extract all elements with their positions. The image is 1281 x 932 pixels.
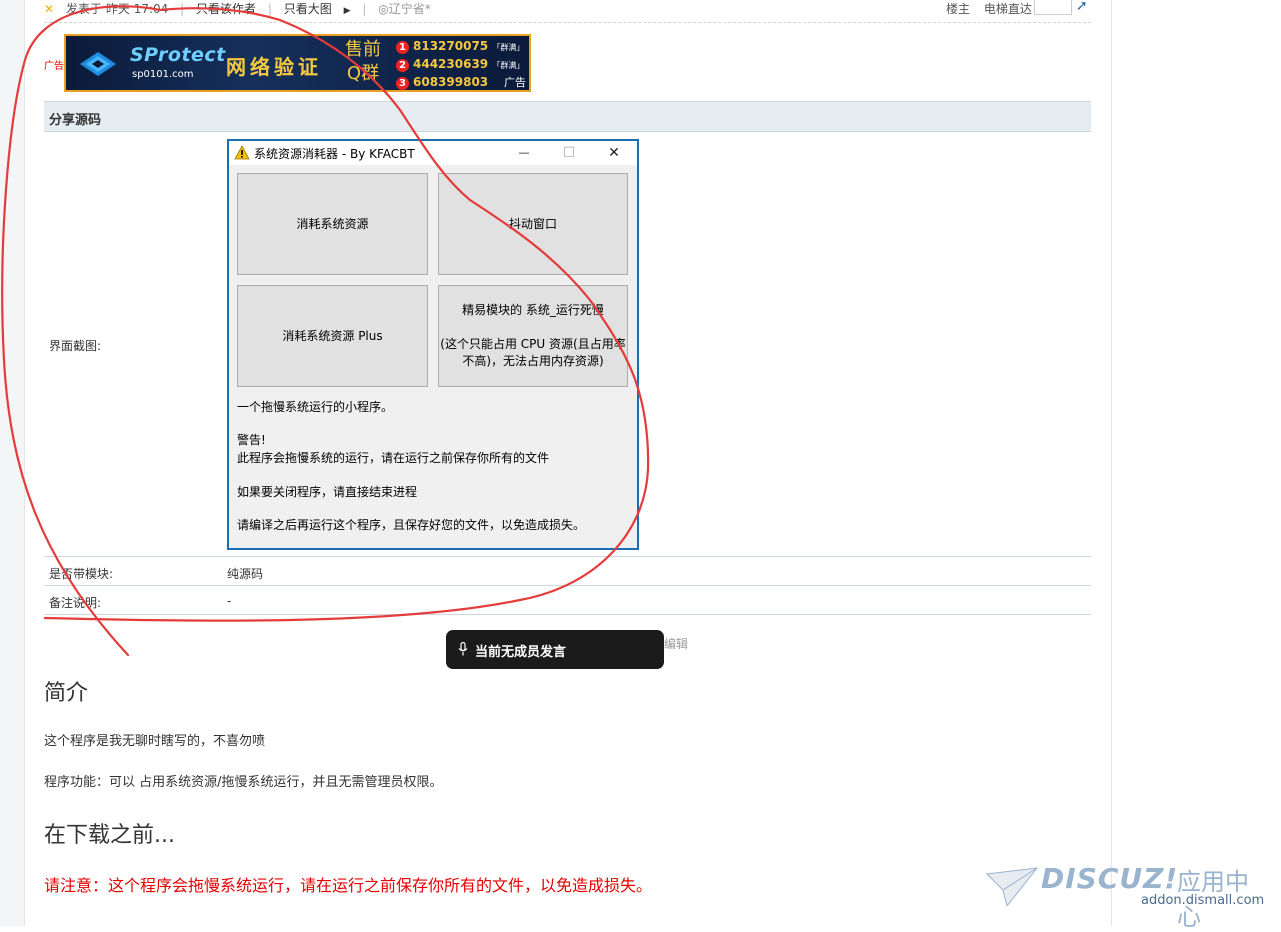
app-window-screenshot[interactable]: 系统资源消耗器 - By KFACBT — ☐ ✕ 消耗系统资源 抖动窗口 消耗…	[227, 139, 639, 550]
window-title: 系统资源消耗器 - By KFACBT	[254, 147, 415, 161]
window-warning-text: 此程序会拖慢系统的运行，请在运行之前保存你所有的文件	[237, 451, 550, 465]
ad-qq-item: 2 444230639 「群满」	[396, 56, 524, 74]
microphone-icon	[458, 642, 468, 656]
system-slow-button[interactable]: 精易模块的 系统_运行死慢 (这个只能占用 CPU 资源(且占用率 不高)，无法…	[438, 285, 628, 387]
toast-text: 当前无成员发言	[475, 645, 567, 660]
jump-floor-label: 电梯直达	[983, 2, 1032, 16]
divider	[44, 585, 1091, 586]
sprotect-logo-icon	[80, 52, 116, 76]
divider: |	[362, 2, 367, 16]
post-meta-right: 楼主 电梯直达	[946, 0, 1032, 17]
divider: |	[267, 2, 272, 16]
ad-site: sp0101.com	[132, 69, 194, 80]
ad-label: 广告	[504, 76, 526, 89]
window-warning-title: 警告!	[237, 433, 266, 447]
location-pin-icon: ◎	[378, 2, 389, 16]
discuz-url: addon.dismall.com	[1141, 893, 1265, 908]
chat-toast: 当前无成员发言	[446, 630, 664, 669]
warning-icon	[234, 145, 250, 160]
before-download-heading: 在下载之前...	[44, 823, 175, 848]
paper-plane-icon	[985, 867, 1039, 906]
divider	[44, 22, 1091, 23]
window-close-hint: 如果要关闭程序，请直接结束进程	[237, 485, 418, 499]
ad-slogan: 网络验证	[226, 55, 322, 79]
ad-brand: SProtect	[130, 44, 226, 66]
location: 辽宁省*	[388, 2, 431, 16]
download-warning: 请注意：这个程序会拖慢系统运行，请在运行之前保存你所有的文件，以免造成损失。	[44, 876, 653, 895]
intro-heading: 简介	[44, 681, 89, 706]
window-compile-hint: 请编译之后再运行这个程序，且保存好您的文件，以免造成损失。	[237, 518, 586, 532]
ad-sale-top: 售前	[345, 39, 381, 60]
edit-link[interactable]: 编辑	[664, 635, 688, 652]
remark-label: 备注说明:	[49, 596, 102, 610]
remark-value: -	[227, 594, 232, 608]
caret-right-icon: ▶	[343, 6, 351, 16]
ad-sale: 售前 Q群	[339, 38, 387, 86]
only-images-link[interactable]: 只看大图	[284, 2, 332, 16]
posted-prefix: 发表于	[65, 2, 102, 16]
discuz-brand: DISCUZ!	[1041, 862, 1179, 895]
consume-resources-plus-button[interactable]: 消耗系统资源 Plus	[237, 285, 428, 387]
divider: |	[180, 2, 185, 16]
ad-qq-item: 1 813270075 「群满」	[396, 38, 524, 56]
module-label: 是否带模块:	[49, 567, 114, 581]
ad-sale-bottom: Q群	[346, 63, 380, 84]
posted-time: 昨天 17:04	[105, 2, 169, 16]
section-header: 分享源码	[44, 101, 1091, 132]
section-title: 分享源码	[49, 113, 102, 128]
close-button[interactable]: ✕	[599, 143, 629, 163]
only-author-link[interactable]: 只看该作者	[196, 2, 256, 16]
post-meta: ✕ 发表于 昨天 17:04 | 只看该作者 | 只看大图 ▶ | ◎辽宁省*	[44, 0, 439, 16]
left-gutter	[0, 0, 25, 926]
discuz-watermark: DISCUZ! 应用中心 addon.dismall.com	[985, 862, 1270, 931]
screenshot-label: 界面截图:	[49, 339, 102, 353]
module-value: 纯源码	[227, 567, 264, 581]
right-sidebar	[1111, 0, 1281, 926]
divider	[44, 614, 1091, 615]
divider	[44, 556, 1091, 557]
ad-banner[interactable]: SProtect sp0101.com 网络验证 售前 Q群 1 81327007…	[64, 34, 531, 92]
intro-paragraph-1: 这个程序是我无聊时瞎写的，不喜勿喷	[44, 734, 266, 749]
window-titlebar: 系统资源消耗器 - By KFACBT — ☐ ✕	[229, 141, 637, 165]
maximize-button[interactable]: ☐	[554, 143, 584, 163]
floor-label: 楼主	[946, 2, 971, 16]
window-desc: 一个拖慢系统运行的小程序。	[237, 400, 394, 414]
jump-go-icon[interactable]: ➚	[1076, 0, 1088, 14]
intro-paragraph-2: 程序功能：可以 占用系统资源/拖慢系统运行，并且无需管理员权限。	[44, 775, 443, 790]
jump-floor-input[interactable]	[1034, 0, 1072, 15]
shake-window-button[interactable]: 抖动窗口	[438, 173, 628, 275]
consume-resources-button[interactable]: 消耗系统资源	[237, 173, 428, 275]
minimize-button[interactable]: —	[509, 143, 539, 163]
ad-tag: 广告	[44, 61, 64, 72]
online-icon: ✕	[44, 2, 55, 16]
